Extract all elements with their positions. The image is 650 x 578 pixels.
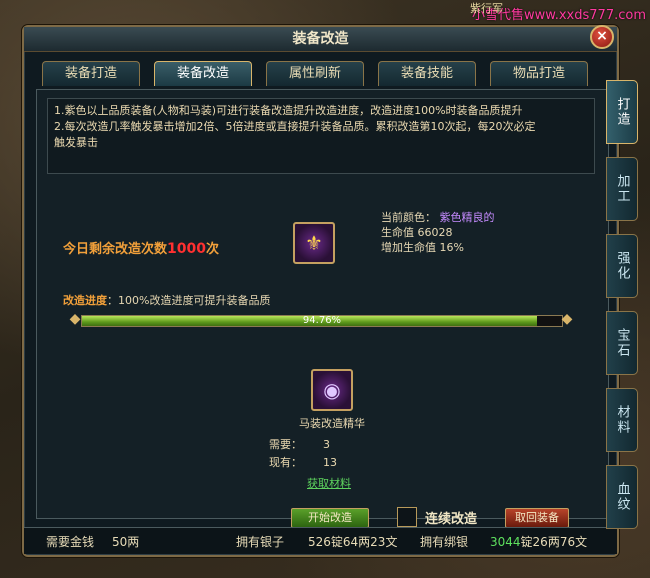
material-requirement: 需要： 3 现有： 13 xyxy=(269,436,337,472)
remaining-number: 1000 xyxy=(167,241,206,257)
remaining-count: 今日剩余改造次数1000次 xyxy=(63,238,219,257)
get-material-link[interactable]: 获取材料 xyxy=(307,475,351,491)
retrieve-equipment-button[interactable]: 取回装备 xyxy=(505,508,569,528)
gold-needed-value: 50两 xyxy=(112,535,140,549)
tab-attribute-refresh[interactable]: 属性刷新 xyxy=(266,61,364,86)
description-line-2: 2.每次改造几率触发暴击增加2倍、5倍进度或直接提升装备品质。累积改造第10次起… xyxy=(54,120,536,133)
color-label: 当前颜色： xyxy=(381,211,436,224)
tab-equipment-skill[interactable]: 装备技能 xyxy=(378,61,476,86)
silver-owned-label: 拥有银子 xyxy=(236,535,285,549)
description-box: 1.紫色以上品质装备(人物和马装)可进行装备改造提升改造进度，改造进度100%时… xyxy=(47,98,595,174)
description-line-3: 触发暴击 xyxy=(54,136,98,149)
essence-orb-icon: ◉ xyxy=(323,378,341,402)
hp-bonus-label: 增加生命值 xyxy=(381,241,436,254)
horse-armor-icon: ⚜ xyxy=(305,231,323,255)
remaining-suffix: 次 xyxy=(205,242,219,257)
description-line-1: 1.紫色以上品质装备(人物和马装)可进行装备改造提升改造进度，改造进度100%时… xyxy=(54,104,523,117)
side-tab-process[interactable]: 加工 xyxy=(606,157,638,221)
side-tab-enhance[interactable]: 强化 xyxy=(606,234,638,298)
close-button[interactable]: × xyxy=(590,25,614,49)
equipment-info: 当前颜色： 紫色精良的 生命值 66028 增加生命值 16% xyxy=(381,210,495,255)
have-label: 现有： xyxy=(269,456,302,469)
bound-silver-label: 拥有绑银 xyxy=(420,535,469,549)
bar-right-cap-icon: ◆ xyxy=(561,311,573,327)
remaining-prefix: 今日剩余改造次数 xyxy=(63,242,168,257)
equipment-modify-window: 装备改造 × 装备打造 装备改造 属性刷新 装备技能 物品打造 1.紫色以上品质… xyxy=(22,25,619,557)
side-tab-forge[interactable]: 打造 xyxy=(606,80,638,144)
progress-hint: ：100%改造进度可提升装备品质 xyxy=(107,294,271,307)
silver-owned-value: 526锭64两23文 xyxy=(308,535,398,549)
material-slot[interactable]: ◉ xyxy=(311,369,353,411)
progress-key: 改造进度 xyxy=(63,294,107,307)
hp-value: 66028 xyxy=(417,226,453,239)
equipment-slot[interactable]: ⚜ xyxy=(293,222,335,264)
tab-equipment-modify[interactable]: 装备改造 xyxy=(154,61,252,86)
color-value: 紫色精良的 xyxy=(439,211,495,224)
tab-equipment-forge[interactable]: 装备打造 xyxy=(42,61,140,86)
progress-bar: ◆ 94.76% ◆ xyxy=(67,311,575,328)
continuous-modify-label: 连续改造 xyxy=(425,512,478,527)
bound-silver-value-highlight: 3044 xyxy=(490,535,521,549)
need-value: 3 xyxy=(323,438,330,451)
hp-label: 生命值 xyxy=(381,226,414,239)
progress-label: 改造进度：100%改造进度可提升装备品质 xyxy=(63,292,270,308)
have-value: 13 xyxy=(323,456,337,469)
currency-footer: 需要金钱 50两 拥有银子 526锭64两23文 拥有绑银 3044锭26两76… xyxy=(24,527,617,554)
content-panel: 1.紫色以上品质装备(人物和马装)可进行装备改造提升改造进度，改造进度100%时… xyxy=(36,89,609,528)
gold-needed-label: 需要金钱 xyxy=(46,535,95,549)
tab-item-forge[interactable]: 物品打造 xyxy=(490,61,588,86)
continuous-modify-checkbox[interactable] xyxy=(397,507,417,527)
scene-name-tag: 紫行军 xyxy=(470,2,503,15)
side-tab-gem[interactable]: 宝石 xyxy=(606,311,638,375)
need-label: 需要： xyxy=(269,438,302,451)
window-title: 装备改造 xyxy=(24,27,617,52)
hp-bonus-value: 16% xyxy=(439,241,464,254)
side-tab-material[interactable]: 材料 xyxy=(606,388,638,452)
progress-text: 94.76% xyxy=(302,315,342,326)
material-name: 马装改造精华 xyxy=(299,417,365,430)
progress-track: 94.76% xyxy=(81,315,563,327)
bound-silver-value-rest: 锭26两76文 xyxy=(520,535,588,549)
side-tab-blood-pattern[interactable]: 血纹 xyxy=(606,465,638,529)
start-modify-button[interactable]: 开始改造 xyxy=(291,508,369,528)
